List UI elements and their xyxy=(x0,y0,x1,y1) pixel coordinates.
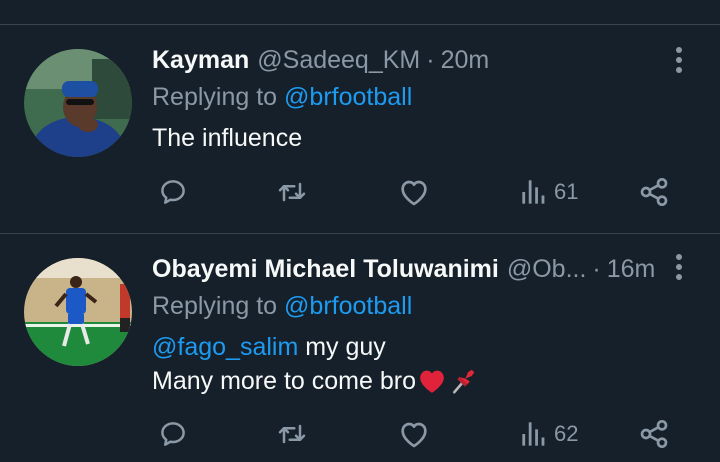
red-heart-emoji-icon xyxy=(420,370,444,393)
share-button[interactable] xyxy=(638,412,670,456)
views-button[interactable]: 61 xyxy=(520,170,578,214)
tweet-text-fragment: my guy xyxy=(298,333,386,361)
tweet-text-line: Many more to come bro xyxy=(152,364,478,398)
retweet-icon xyxy=(278,424,306,444)
reply-tweet[interactable]: Kayman @Sadeeq_KM · 20m Replying to @brf… xyxy=(0,25,720,233)
action-bar: 61 xyxy=(0,170,720,214)
replying-to-label: Replying to xyxy=(152,292,278,320)
heart-icon xyxy=(401,180,427,206)
reply-feed: Kayman @Sadeeq_KM · 20m Replying to @brf… xyxy=(0,0,720,462)
replying-to-link[interactable]: @brfootball xyxy=(284,83,412,111)
replying-to-link[interactable]: @brfootball xyxy=(284,292,412,320)
reply-icon xyxy=(161,422,185,446)
like-button[interactable] xyxy=(398,170,430,214)
retweet-button[interactable] xyxy=(276,412,308,456)
avatar[interactable] xyxy=(24,49,132,157)
separator-dot: · xyxy=(426,45,435,74)
more-options-icon[interactable] xyxy=(664,247,694,287)
retweet-button[interactable] xyxy=(276,170,308,214)
tweet-text: The influence xyxy=(152,124,303,152)
tweet-text-fragment: Many more to come bro xyxy=(152,367,416,395)
analytics-icon xyxy=(522,180,545,204)
heart-icon xyxy=(401,422,427,448)
replying-to-label: Replying to xyxy=(152,83,278,111)
more-options-icon[interactable] xyxy=(664,40,694,80)
tweet-header: Kayman @Sadeeq_KM · 20m xyxy=(152,42,489,78)
tweet-text: @fago_salim my guy Many more to come bro xyxy=(152,330,478,398)
analytics-icon xyxy=(522,422,545,446)
tweet-header: Obayemi Michael Toluwanimi @Ob... · 16m xyxy=(152,251,655,287)
separator-dot: · xyxy=(592,254,601,283)
share-icon xyxy=(640,178,668,206)
views-button[interactable]: 62 xyxy=(520,412,578,456)
replying-to-line: Replying to @brfootball xyxy=(152,292,412,321)
replying-to-line: Replying to @brfootball xyxy=(152,83,412,112)
views-count: 61 xyxy=(554,179,579,204)
share-button[interactable] xyxy=(638,170,670,214)
like-button[interactable] xyxy=(398,412,430,456)
views-count: 62 xyxy=(554,421,579,446)
tweet-text-line: @fago_salim my guy xyxy=(152,330,478,364)
retweet-icon xyxy=(278,182,306,202)
action-bar: 62 xyxy=(0,412,720,456)
pushpin-emoji-icon xyxy=(453,369,475,394)
reply-button[interactable] xyxy=(158,170,188,214)
display-name[interactable]: Kayman xyxy=(152,46,249,75)
timestamp[interactable]: 16m xyxy=(607,255,656,284)
reply-button[interactable] xyxy=(158,412,188,456)
user-handle[interactable]: @Ob... xyxy=(507,255,587,284)
timestamp[interactable]: 20m xyxy=(441,46,490,75)
avatar[interactable] xyxy=(24,258,132,366)
share-icon xyxy=(640,420,668,448)
reply-tweet[interactable]: Obayemi Michael Toluwanimi @Ob... · 16m … xyxy=(0,234,720,462)
user-mention-link[interactable]: @fago_salim xyxy=(152,333,298,361)
user-handle[interactable]: @Sadeeq_KM xyxy=(257,46,420,75)
display-name[interactable]: Obayemi Michael Toluwanimi xyxy=(152,255,499,284)
reply-icon xyxy=(161,180,185,204)
